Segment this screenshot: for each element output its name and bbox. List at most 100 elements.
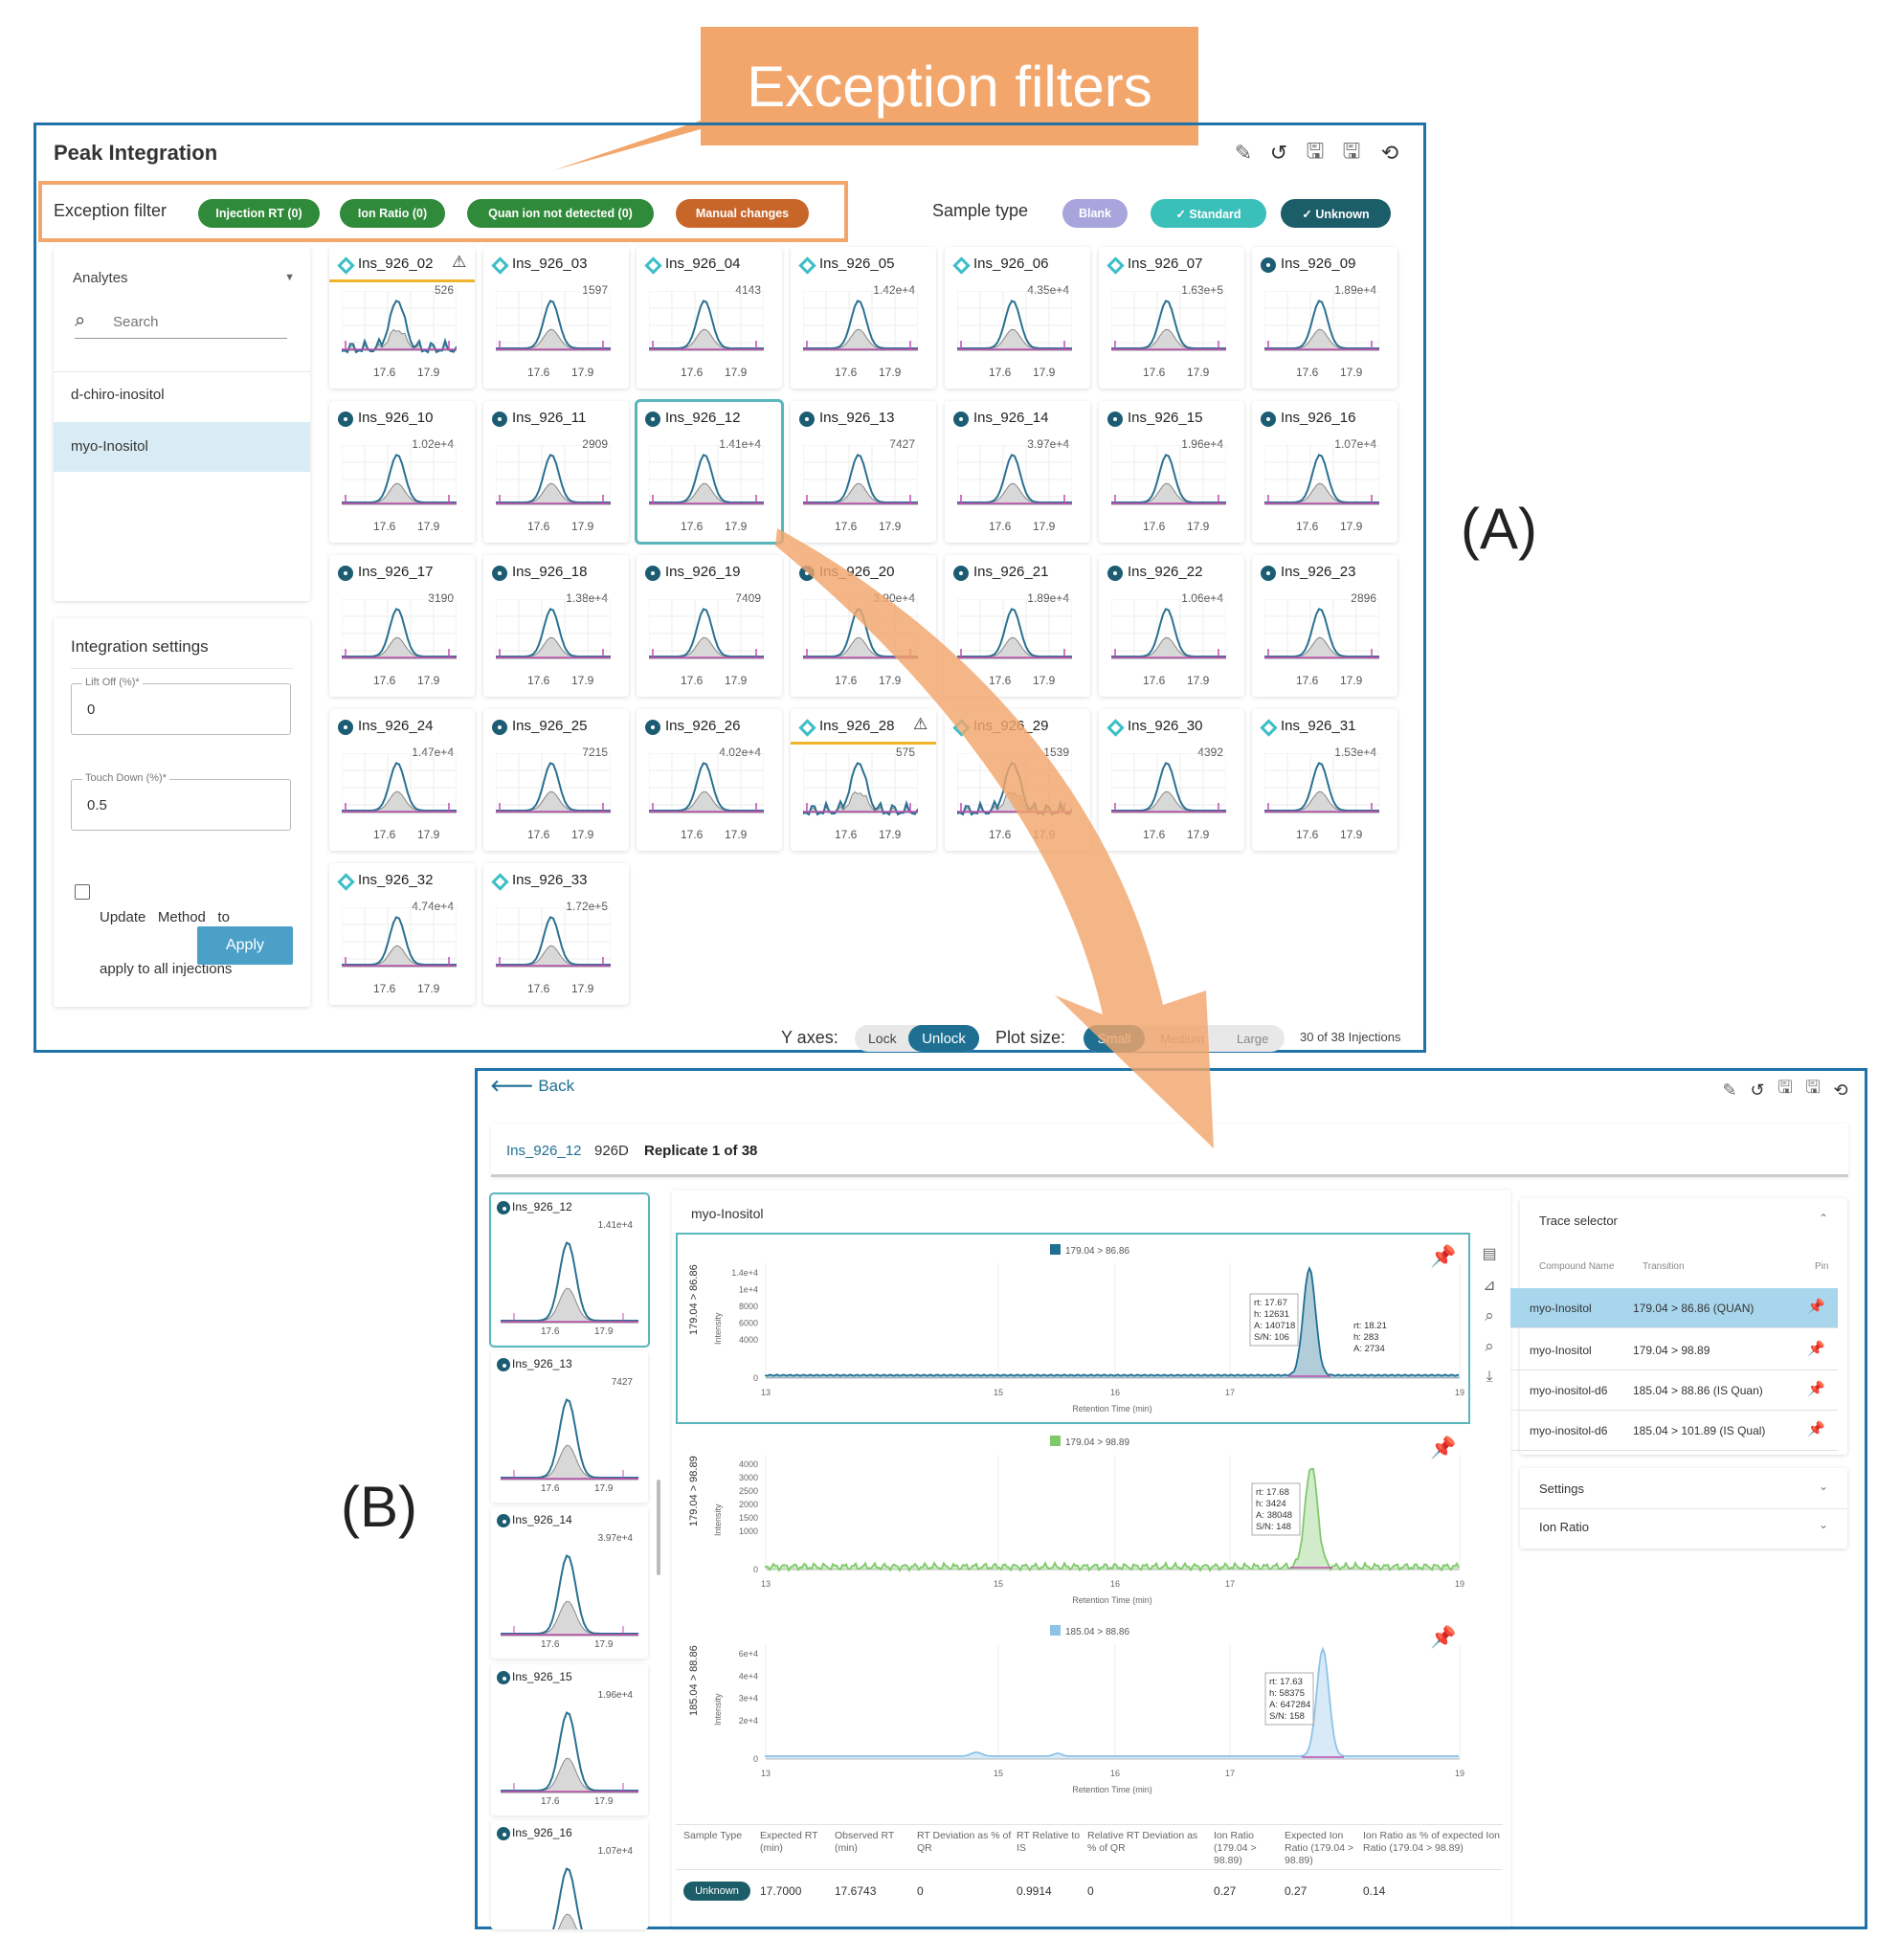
ion-ratio-label[interactable]: Ion Ratio bbox=[1539, 1520, 1589, 1534]
peak-annotation-text: h: 283 bbox=[1353, 1332, 1378, 1343]
y-tick-label: 8000 bbox=[739, 1302, 758, 1311]
zoom-in-icon[interactable]: ⌕ bbox=[1475, 1332, 1504, 1361]
sample-type-badge: Unknown bbox=[683, 1882, 750, 1901]
y-tick-label: 3e+4 bbox=[739, 1694, 758, 1704]
table-header-cell: RT Relative to IS bbox=[1017, 1830, 1081, 1854]
peak-annotation-text: h: 12631 bbox=[1254, 1309, 1289, 1320]
trace-row[interactable]: myo-inositol-d6 185.04 > 88.86 (IS Quan)… bbox=[1510, 1370, 1838, 1411]
peak-annotation-text: A: 2734 bbox=[1353, 1344, 1385, 1354]
table-header-cell: Relative RT Deviation as % of QR bbox=[1087, 1830, 1198, 1854]
table-cell: 17.6743 bbox=[835, 1884, 877, 1898]
pin-icon[interactable]: 📌 bbox=[1807, 1298, 1825, 1315]
chromatogram-trace bbox=[765, 1467, 1460, 1573]
table-cell: 0.9914 bbox=[1017, 1884, 1052, 1898]
x-axis-label: Retention Time (min) bbox=[1072, 1785, 1152, 1794]
x-axis-label: Retention Time (min) bbox=[1072, 1595, 1152, 1605]
x-tick-label: 17 bbox=[1225, 1579, 1235, 1589]
y-axis-label: 179.04 > 86.86 bbox=[688, 1264, 700, 1335]
x-tick-label: 16 bbox=[1110, 1769, 1120, 1778]
x-tick-label: 17 bbox=[1225, 1769, 1235, 1778]
x-tick-label: 15 bbox=[994, 1769, 1003, 1778]
y-tick-label: 6000 bbox=[739, 1319, 758, 1328]
pin-icon[interactable]: 📌 bbox=[1807, 1420, 1825, 1437]
table-header-cell: Expected RT (min) bbox=[760, 1830, 818, 1854]
trace-header-pin: Pin bbox=[1815, 1261, 1829, 1272]
layers-icon[interactable]: ▤ bbox=[1475, 1239, 1504, 1268]
intensity-label: Intensity bbox=[713, 1503, 723, 1536]
chevron-down-icon[interactable]: ⌄ bbox=[1819, 1518, 1828, 1531]
x-axis-label: Retention Time (min) bbox=[1072, 1404, 1152, 1414]
trace-transition: 179.04 > 98.89 bbox=[1633, 1344, 1710, 1357]
intensity-label: Intensity bbox=[713, 1693, 723, 1726]
y-tick-label: 3000 bbox=[739, 1473, 758, 1482]
axis-icon[interactable]: ⊿ bbox=[1475, 1271, 1504, 1300]
peak-annotation-text: h: 58375 bbox=[1269, 1688, 1305, 1699]
legend-label: 179.04 > 98.89 bbox=[1065, 1437, 1129, 1448]
x-tick-label: 19 bbox=[1455, 1388, 1464, 1397]
table-cell: 17.7000 bbox=[760, 1884, 802, 1898]
table-header-cell: Ion Ratio as % of expected Ion Ratio (17… bbox=[1363, 1830, 1501, 1854]
chevron-up-icon[interactable]: ⌃ bbox=[1819, 1212, 1828, 1225]
x-tick-label: 15 bbox=[994, 1579, 1003, 1589]
peak-annotation-text: h: 3424 bbox=[1256, 1499, 1286, 1509]
table-cell: 0.27 bbox=[1214, 1884, 1237, 1898]
pin-icon[interactable]: 📌 bbox=[1430, 1243, 1456, 1268]
pin-icon[interactable]: 📌 bbox=[1807, 1380, 1825, 1397]
y-tick-label: 2e+4 bbox=[739, 1716, 758, 1726]
results-header-divider bbox=[676, 1869, 1503, 1870]
pin-icon[interactable]: 📌 bbox=[1807, 1340, 1825, 1357]
settings-label[interactable]: Settings bbox=[1539, 1481, 1584, 1496]
x-tick-label: 15 bbox=[994, 1388, 1003, 1397]
y-tick-label: 4000 bbox=[739, 1335, 758, 1345]
y-tick-label: 4e+4 bbox=[739, 1671, 758, 1681]
peak-annotation-text: S/N: 106 bbox=[1254, 1332, 1289, 1343]
peak-annotation-text: S/N: 148 bbox=[1256, 1522, 1291, 1532]
y-axis-label: 179.04 > 98.89 bbox=[688, 1456, 700, 1526]
trace-row[interactable]: myo-Inositol 179.04 > 98.89 📌 bbox=[1510, 1330, 1838, 1370]
trace-compound: myo-Inositol bbox=[1530, 1302, 1592, 1315]
trace-transition: 185.04 > 88.86 (IS Quan) bbox=[1633, 1384, 1763, 1397]
y-tick-label: 0 bbox=[753, 1754, 758, 1764]
x-tick-label: 16 bbox=[1110, 1388, 1120, 1397]
legend-swatch bbox=[1050, 1436, 1061, 1446]
x-tick-label: 19 bbox=[1455, 1769, 1464, 1778]
label-b: (B) bbox=[341, 1475, 417, 1539]
peak-annotation-text: rt: 17.67 bbox=[1254, 1298, 1287, 1308]
peak-annotation-text: A: 647284 bbox=[1269, 1700, 1310, 1710]
y-tick-label: 2000 bbox=[739, 1500, 758, 1509]
table-header-cell: Expected Ion Ratio (179.04 > 98.89) bbox=[1285, 1830, 1354, 1866]
table-header-cell: RT Deviation as % of QR bbox=[917, 1830, 1012, 1854]
x-tick-label: 13 bbox=[761, 1388, 771, 1397]
pin-icon[interactable]: 📌 bbox=[1430, 1624, 1456, 1649]
table-header-cell: Observed RT (min) bbox=[835, 1830, 895, 1854]
y-tick-label: 6e+4 bbox=[739, 1649, 758, 1659]
zoom-out-icon[interactable]: ⌕ bbox=[1475, 1302, 1504, 1330]
peak-annotation-text: S/N: 158 bbox=[1269, 1711, 1305, 1722]
legend-swatch bbox=[1050, 1244, 1061, 1255]
chevron-down-icon[interactable]: ⌄ bbox=[1819, 1480, 1828, 1493]
table-cell: 0.27 bbox=[1285, 1884, 1308, 1898]
trace-compound: myo-Inositol bbox=[1530, 1344, 1592, 1357]
trace-transition: 179.04 > 86.86 (QUAN) bbox=[1633, 1302, 1755, 1315]
trace-compound: myo-inositol-d6 bbox=[1530, 1384, 1608, 1397]
y-tick-label: 2500 bbox=[739, 1486, 758, 1496]
y-tick-label: 1500 bbox=[739, 1513, 758, 1523]
settings-divider bbox=[1520, 1508, 1847, 1509]
x-tick-label: 13 bbox=[761, 1769, 771, 1778]
x-tick-label: 16 bbox=[1110, 1579, 1120, 1589]
legend-label: 185.04 > 88.86 bbox=[1065, 1627, 1129, 1637]
trace-header-transition: Transition bbox=[1643, 1261, 1685, 1272]
chromatograms-svg: 179.04 > 86.86 📌 179.04 > 86.86 Intensity 1.… bbox=[688, 1243, 1464, 1794]
pin-icon[interactable]: 📌 bbox=[1430, 1435, 1456, 1459]
y-tick-label: 4000 bbox=[739, 1459, 758, 1469]
x-tick-label: 17 bbox=[1225, 1388, 1235, 1397]
table-cell: 0 bbox=[917, 1884, 924, 1898]
y-axis-label: 185.04 > 88.86 bbox=[688, 1645, 700, 1716]
table-cell: 0 bbox=[1087, 1884, 1094, 1898]
trace-compound: myo-inositol-d6 bbox=[1530, 1424, 1608, 1437]
trace-row[interactable]: myo-inositol-d6 185.04 > 101.89 (IS Qual… bbox=[1510, 1411, 1838, 1451]
download-icon[interactable]: ⤓ bbox=[1475, 1363, 1504, 1392]
trace-header-compound: Compound Name bbox=[1539, 1261, 1615, 1272]
trace-selector-title: Trace selector bbox=[1539, 1214, 1618, 1228]
trace-row[interactable]: myo-Inositol 179.04 > 86.86 (QUAN) 📌 bbox=[1510, 1288, 1838, 1328]
